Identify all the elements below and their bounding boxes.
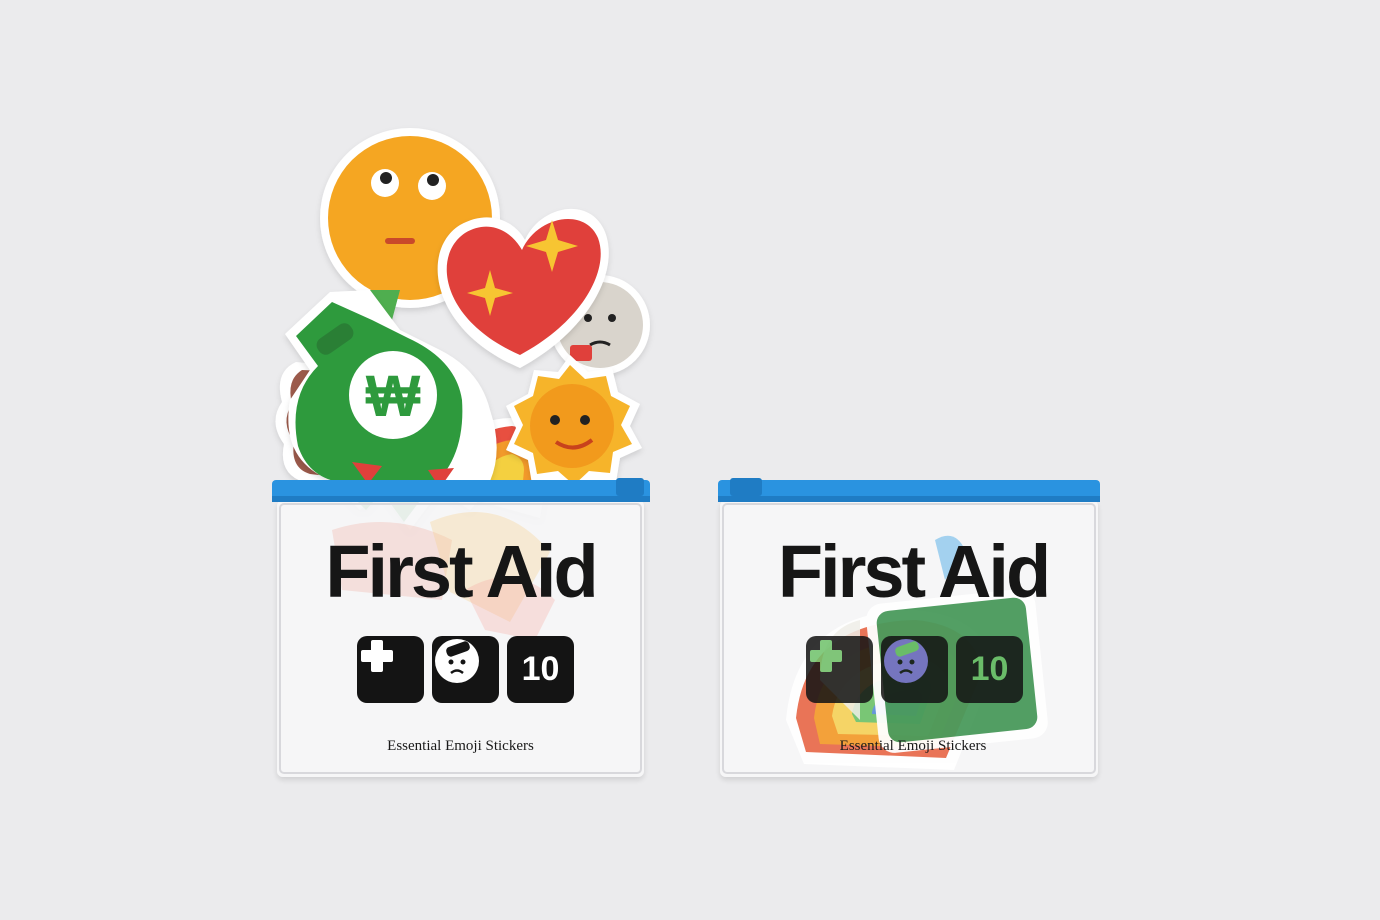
plus-icon <box>806 636 873 703</box>
count-icon: 10 <box>507 636 574 703</box>
pack-tagline-left: Essential Emoji Stickers <box>387 738 534 754</box>
icon-row-right: 10 <box>806 636 1023 703</box>
icon-row-left: 10 <box>357 636 574 703</box>
bandaged-face-icon <box>432 636 499 703</box>
bandaged-face-icon <box>881 636 948 703</box>
plus-icon <box>357 636 424 703</box>
left-pouch <box>272 478 650 777</box>
pack-title-right: First Aid <box>777 530 1051 613</box>
product-photo: ₩ First Aid 10 Essential Emoji Stickers … <box>0 0 1380 920</box>
pack-tagline-right: Essential Emoji Stickers <box>839 738 987 754</box>
sticker-illustration: ₩ <box>272 128 1100 777</box>
count-icon: 10 <box>956 636 1023 703</box>
svg-text:₩: ₩ <box>366 364 421 429</box>
pack-title-left: First Aid <box>325 530 598 613</box>
